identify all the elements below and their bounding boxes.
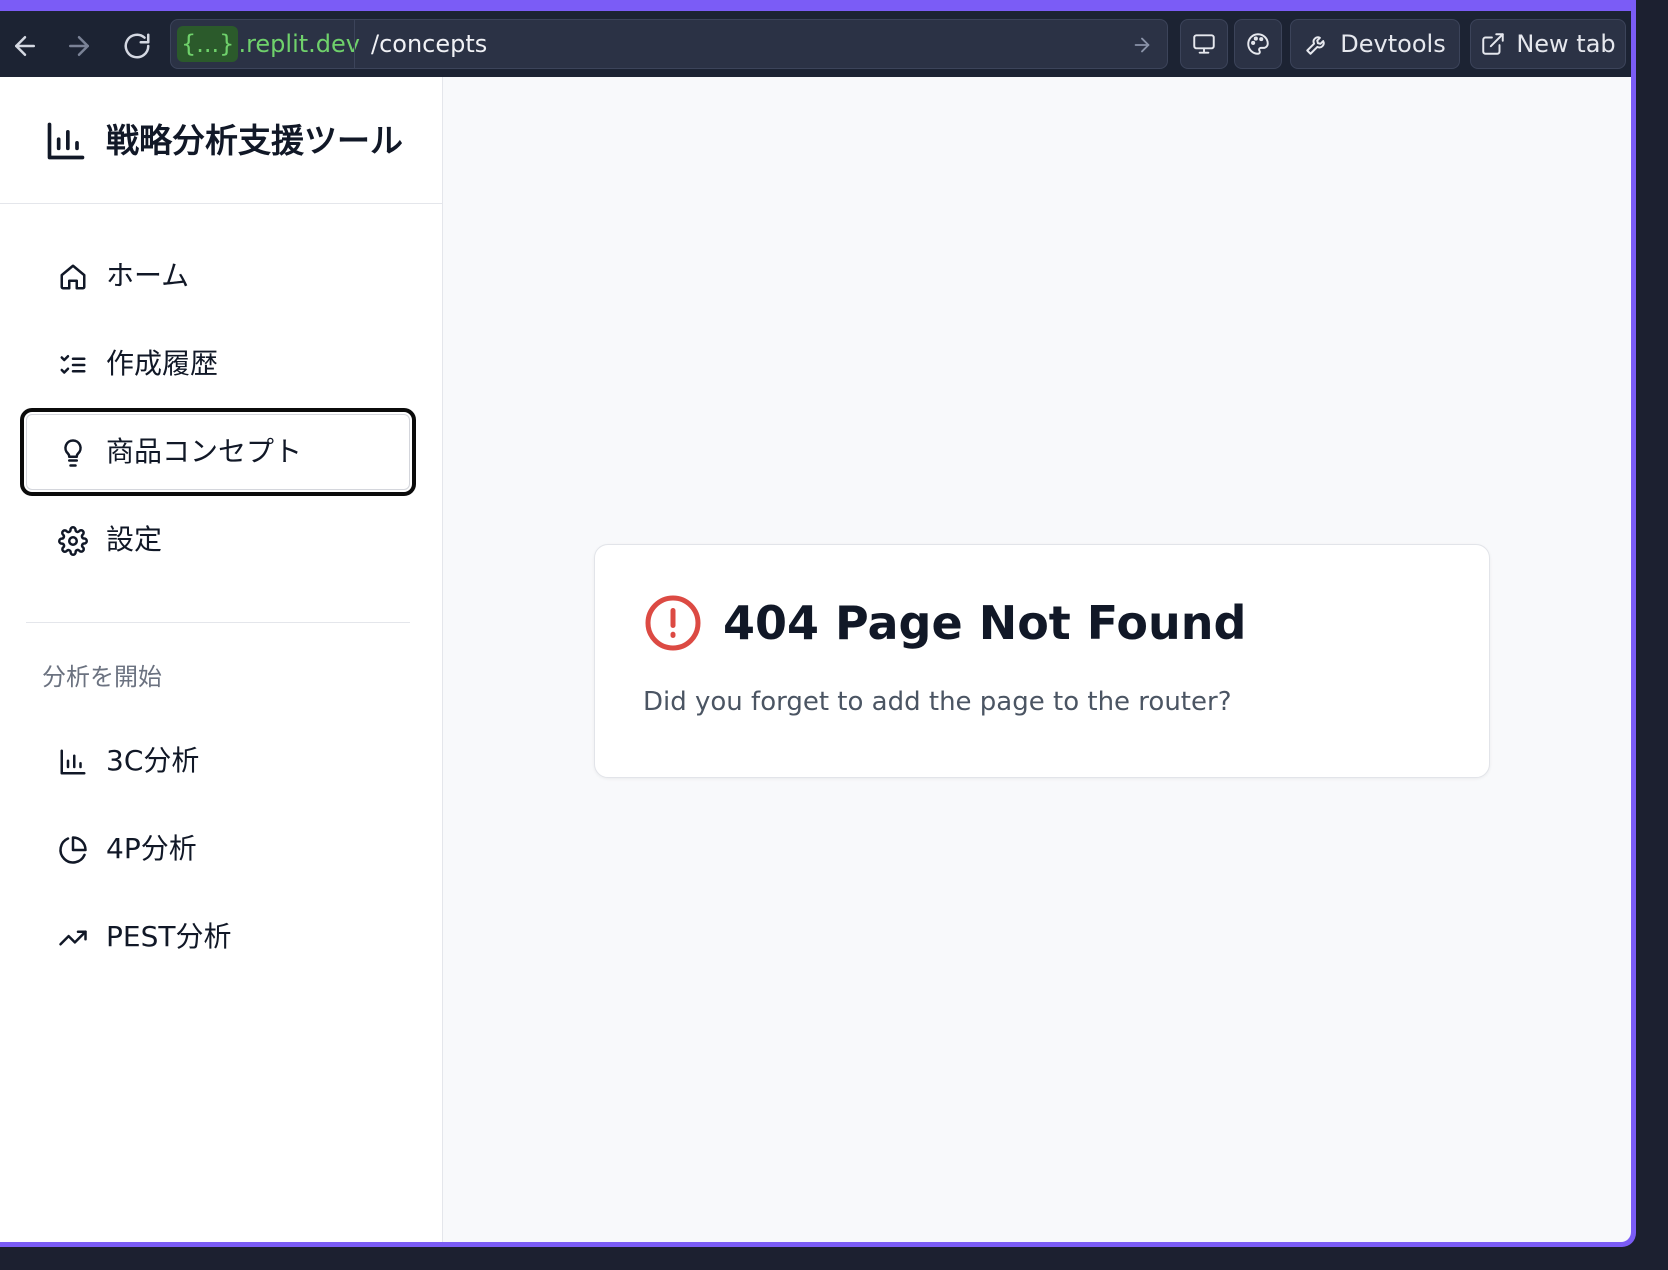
theme-button[interactable] [1234, 19, 1282, 69]
devtools-label: Devtools [1340, 30, 1446, 58]
lightbulb-icon [64, 439, 82, 467]
forward-arrow-icon[interactable] [64, 31, 94, 61]
url-host-domain: .replit.dev [238, 30, 360, 58]
sidebar-item-settings[interactable]: 設定 [20, 496, 416, 584]
trending-up-icon [59, 930, 87, 946]
section-label: 分析を開始 [42, 663, 162, 691]
go-arrow-icon[interactable] [1131, 34, 1153, 56]
external-link-icon [1482, 33, 1505, 55]
sidebar-item-label: 3C分析 [106, 744, 200, 777]
device-preview-button[interactable] [1180, 19, 1228, 69]
gear-icon [58, 526, 88, 556]
back-arrow-icon[interactable] [10, 31, 40, 61]
sidebar-item-history[interactable]: 作成履歴 [20, 320, 416, 408]
sidebar-item-4p-analysis[interactable]: 4P分析 [20, 805, 416, 893]
error-message: Did you forget to add the page to the ro… [643, 687, 1232, 717]
url-path: /concepts [371, 30, 488, 58]
devtools-button[interactable]: Devtools [1290, 19, 1460, 69]
not-found-card: 404 Page Not Found Did you forget to add… [594, 544, 1490, 778]
bar-chart-icon [47, 122, 85, 160]
sidebar-item-home[interactable]: ホーム [20, 232, 416, 320]
new-tab-button[interactable]: New tab [1470, 19, 1626, 69]
sidebar: 戦略分析支援ツール ホーム 作成履歴 商品コンセプト 設定 分析を開始 3C分析… [0, 77, 443, 1242]
reload-icon[interactable] [122, 31, 152, 61]
list-checks-icon [60, 355, 86, 374]
sidebar-item-3c-analysis[interactable]: 3C分析 [20, 717, 416, 805]
url-bar[interactable]: {...} .replit.dev /concepts [170, 19, 1168, 69]
sidebar-item-label: PEST分析 [106, 920, 232, 953]
wrench-icon [1306, 36, 1325, 55]
sidebar-divider [26, 622, 410, 623]
sidebar-item-label: 商品コンセプト [106, 435, 303, 468]
sidebar-item-pest-analysis[interactable]: PEST分析 [20, 893, 416, 981]
error-title: 404 Page Not Found [723, 596, 1247, 650]
sidebar-item-product-concept[interactable]: 商品コンセプト [20, 408, 416, 496]
url-host: {...} .replit.dev [177, 26, 360, 62]
monitor-icon [1193, 34, 1215, 54]
palette-icon [1247, 33, 1269, 55]
alert-circle-icon [645, 595, 701, 651]
pie-chart-icon [59, 836, 87, 864]
url-separator [354, 20, 355, 68]
new-tab-label: New tab [1516, 30, 1616, 58]
home-icon [60, 264, 86, 290]
browser-toolbar: {...} .replit.dev /concepts Devtools New … [0, 11, 1631, 77]
bar-chart-icon [60, 749, 86, 775]
sidebar-brand: 戦略分析支援ツール [0, 77, 442, 204]
sidebar-item-label: 設定 [106, 523, 163, 556]
sidebar-item-label: 4P分析 [106, 832, 197, 865]
sidebar-item-label: ホーム [106, 259, 190, 292]
app-viewport: 戦略分析支援ツール ホーム 作成履歴 商品コンセプト 設定 分析を開始 3C分析… [0, 77, 1631, 1242]
sidebar-item-label: 作成履歴 [106, 347, 219, 380]
url-host-highlight: {...} [177, 26, 239, 62]
app-title: 戦略分析支援ツール [106, 121, 403, 160]
